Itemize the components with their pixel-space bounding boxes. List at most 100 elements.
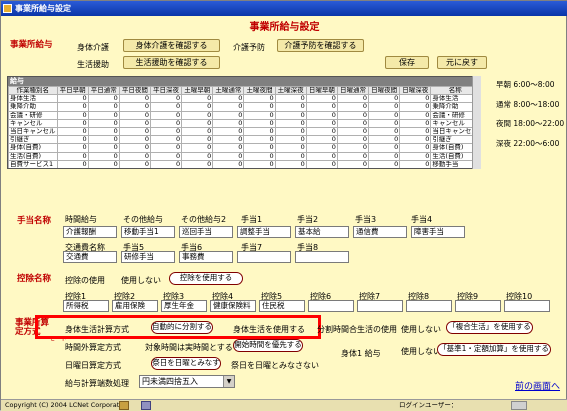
table-cell[interactable]: 0: [181, 135, 214, 145]
table-cell[interactable]: 0: [181, 143, 214, 153]
table-cell[interactable]: 0: [336, 118, 370, 128]
table-cell[interactable]: 0: [274, 151, 307, 161]
table-cell[interactable]: 0: [243, 159, 276, 168]
table-row[interactable]: 乗降介助 0 0 0 0 0 0 0 0 0 0 0 0 乗降介助: [8, 102, 480, 112]
deduction-field[interactable]: [504, 300, 550, 312]
table-cell[interactable]: 0: [274, 167, 307, 168]
table-cell[interactable]: 0: [87, 167, 120, 168]
table-cell[interactable]: 0: [181, 151, 214, 161]
body-life-use-option[interactable]: 身体生活を使用する: [233, 324, 305, 335]
table-cell[interactable]: 0: [336, 167, 370, 168]
deduction-field[interactable]: [357, 300, 403, 312]
table-cell[interactable]: 0: [399, 143, 432, 153]
table-cell[interactable]: 0: [305, 143, 338, 153]
table-cell[interactable]: 0: [87, 143, 120, 153]
table-cell[interactable]: 0: [181, 118, 214, 128]
allowance-field[interactable]: 調整手当: [237, 226, 291, 238]
table-cell[interactable]: 0: [118, 135, 151, 145]
table-cell[interactable]: 0: [305, 126, 338, 137]
deduction-field[interactable]: 所得税: [63, 300, 109, 312]
table-cell[interactable]: 0: [305, 167, 338, 168]
time-calc-opt1[interactable]: 対象時間は実時間とする: [145, 342, 233, 353]
table-row[interactable]: 引継ぎ 0 0 0 0 0 0 0 0 0 0 0 0 引継ぎ: [8, 135, 480, 145]
allowance-field[interactable]: 巡回手当: [179, 226, 233, 238]
table-cell[interactable]: 0: [399, 167, 432, 168]
deduction-field[interactable]: 健康保険料: [210, 300, 256, 312]
table-cell[interactable]: 自費サービス2: [8, 167, 58, 168]
deduction-field[interactable]: 住民税: [259, 300, 305, 312]
table-row[interactable]: 身体生活 0 0 0 0 0 0 0 0 0 0 0 0 身体生活: [8, 94, 480, 104]
table-cell[interactable]: 0: [399, 135, 432, 145]
table-cell[interactable]: 0: [243, 167, 276, 168]
table-cell[interactable]: 0: [149, 143, 183, 153]
table-cell[interactable]: 0: [368, 94, 401, 104]
table-cell[interactable]: 0: [399, 110, 432, 120]
table-row[interactable]: 自費サービス2000000000000ECO2: [8, 167, 480, 168]
table-cell[interactable]: 生活(自費): [8, 151, 58, 161]
deduction-not-use-option[interactable]: 使用しない: [121, 275, 161, 286]
body-life-auto-option[interactable]: 自動的に分割する: [151, 321, 213, 334]
table-cell[interactable]: 0: [305, 110, 338, 120]
table-cell[interactable]: 0: [368, 126, 401, 137]
split-not-use-option[interactable]: 使用しない: [401, 324, 441, 335]
table-cell[interactable]: 0: [399, 126, 432, 137]
table-cell[interactable]: 0: [212, 159, 245, 168]
table-cell[interactable]: 0: [212, 135, 245, 145]
table-cell[interactable]: 0: [181, 102, 214, 112]
table-cell[interactable]: 0: [399, 94, 432, 104]
allowance-field[interactable]: [295, 251, 349, 263]
deduction-field[interactable]: [455, 300, 501, 312]
prevent-confirm-button[interactable]: 介護予防を確認する: [277, 39, 364, 52]
allowance-field[interactable]: 基本給: [295, 226, 349, 238]
table-cell[interactable]: 0: [212, 102, 245, 112]
table-cell[interactable]: 0: [274, 94, 307, 104]
table-cell[interactable]: 0: [56, 102, 89, 112]
table-cell[interactable]: 0: [274, 110, 307, 120]
table-cell[interactable]: 0: [56, 94, 89, 104]
table-cell[interactable]: 0: [56, 159, 89, 168]
table-cell[interactable]: 会議・研修: [8, 110, 58, 120]
table-cell[interactable]: 0: [274, 143, 307, 153]
table-cell[interactable]: 0: [181, 94, 214, 104]
deduction-field[interactable]: 雇用保険: [112, 300, 158, 312]
table-cell[interactable]: 0: [87, 110, 120, 120]
table-cell[interactable]: 乗降介助: [8, 102, 58, 112]
allowance-field[interactable]: 交通費: [63, 251, 117, 263]
table-cell[interactable]: 0: [243, 94, 276, 104]
table-cell[interactable]: 0: [149, 94, 183, 104]
table-cell[interactable]: 0: [368, 110, 401, 120]
rounding-select[interactable]: 円未満四捨五入 ▼: [139, 375, 235, 388]
prev-screen-link[interactable]: 前の画面へ: [515, 379, 560, 392]
table-cell[interactable]: 0: [118, 102, 151, 112]
table-cell[interactable]: 0: [274, 102, 307, 112]
table-cell[interactable]: 0: [87, 126, 120, 137]
table-cell[interactable]: 0: [56, 126, 89, 137]
table-cell[interactable]: 0: [368, 143, 401, 153]
table-cell[interactable]: 0: [87, 118, 120, 128]
allowance-field[interactable]: 移動手当1: [121, 226, 175, 238]
table-cell[interactable]: 身体生活: [8, 94, 58, 104]
table-cell[interactable]: 0: [336, 94, 370, 104]
table-cell[interactable]: 0: [181, 110, 214, 120]
table-row[interactable]: 生活(自費) 0 0 0 0 0 0 0 0 0 0 0 0 生活(自費): [8, 151, 480, 161]
table-cell[interactable]: 0: [212, 126, 245, 137]
deduction-field[interactable]: [308, 300, 354, 312]
table-cell[interactable]: 0: [274, 159, 307, 168]
table-cell[interactable]: 0: [368, 151, 401, 161]
table-cell[interactable]: 0: [336, 159, 370, 168]
table-cell[interactable]: 0: [399, 159, 432, 168]
body1-use-option[interactable]: 「基準1・定額加算」を使用する: [437, 343, 551, 356]
table-cell[interactable]: 0: [368, 118, 401, 128]
table-row[interactable]: 当日キャンセル 0 0 0 0 0 0 0 0 0 0 0 0 当日キャンセル: [8, 126, 480, 137]
table-cell[interactable]: 0: [149, 159, 183, 168]
table-cell[interactable]: 0: [149, 135, 183, 145]
table-cell[interactable]: 0: [149, 118, 183, 128]
table-cell[interactable]: 0: [56, 151, 89, 161]
table-cell[interactable]: 0: [149, 126, 183, 137]
table-cell[interactable]: 0: [368, 159, 401, 168]
table-cell[interactable]: 0: [243, 143, 276, 153]
table-cell[interactable]: 0: [118, 94, 151, 104]
table-cell[interactable]: 0: [243, 135, 276, 145]
allowance-field[interactable]: 介護報酬: [63, 226, 117, 238]
time-calc-opt2[interactable]: 開始時間を優先する: [233, 339, 303, 352]
